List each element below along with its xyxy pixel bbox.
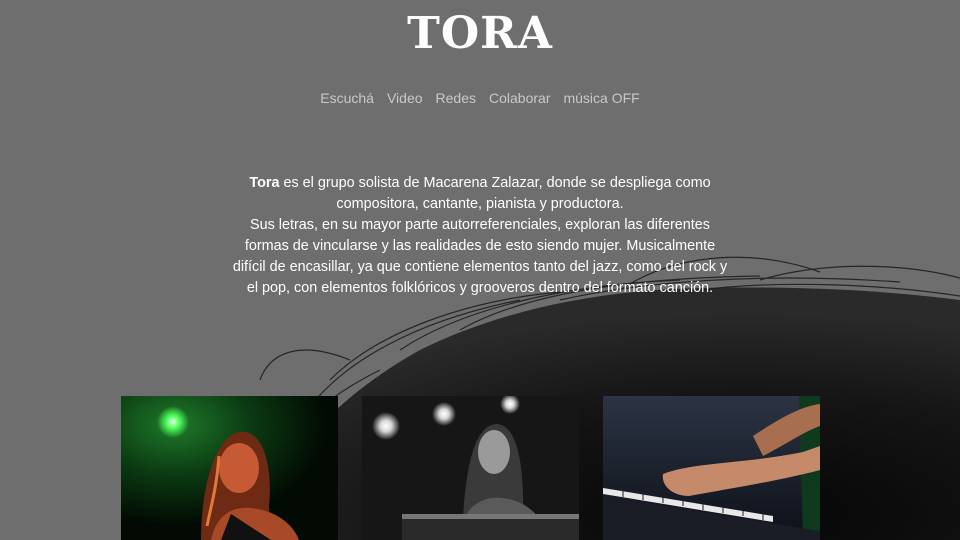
intro-text: Tora es el grupo solista de Macarena Zal…	[230, 173, 730, 299]
nav-item-musica-off[interactable]: música OFF	[563, 90, 639, 106]
gallery-photo-singer-green[interactable]	[121, 396, 338, 540]
main-nav: Escuchá Video Redes Colaborar música OFF	[0, 90, 960, 106]
nav-item-redes[interactable]: Redes	[436, 90, 476, 106]
site-title[interactable]: TORA	[0, 8, 960, 59]
intro-line-2: Sus letras, en su mayor parte autorrefer…	[232, 217, 728, 296]
nav-item-escucha[interactable]: Escuchá	[320, 90, 374, 106]
nav-item-colaborar[interactable]: Colaborar	[489, 90, 550, 106]
gallery-photo-hands-keyboard[interactable]	[603, 396, 820, 540]
intro-name: Tora	[249, 175, 280, 191]
nav-item-video[interactable]: Video	[387, 90, 423, 106]
gallery-photo-pianist-bw[interactable]	[362, 396, 579, 540]
intro-line-1: es el grupo solista de Macarena Zalazar,…	[279, 175, 711, 212]
